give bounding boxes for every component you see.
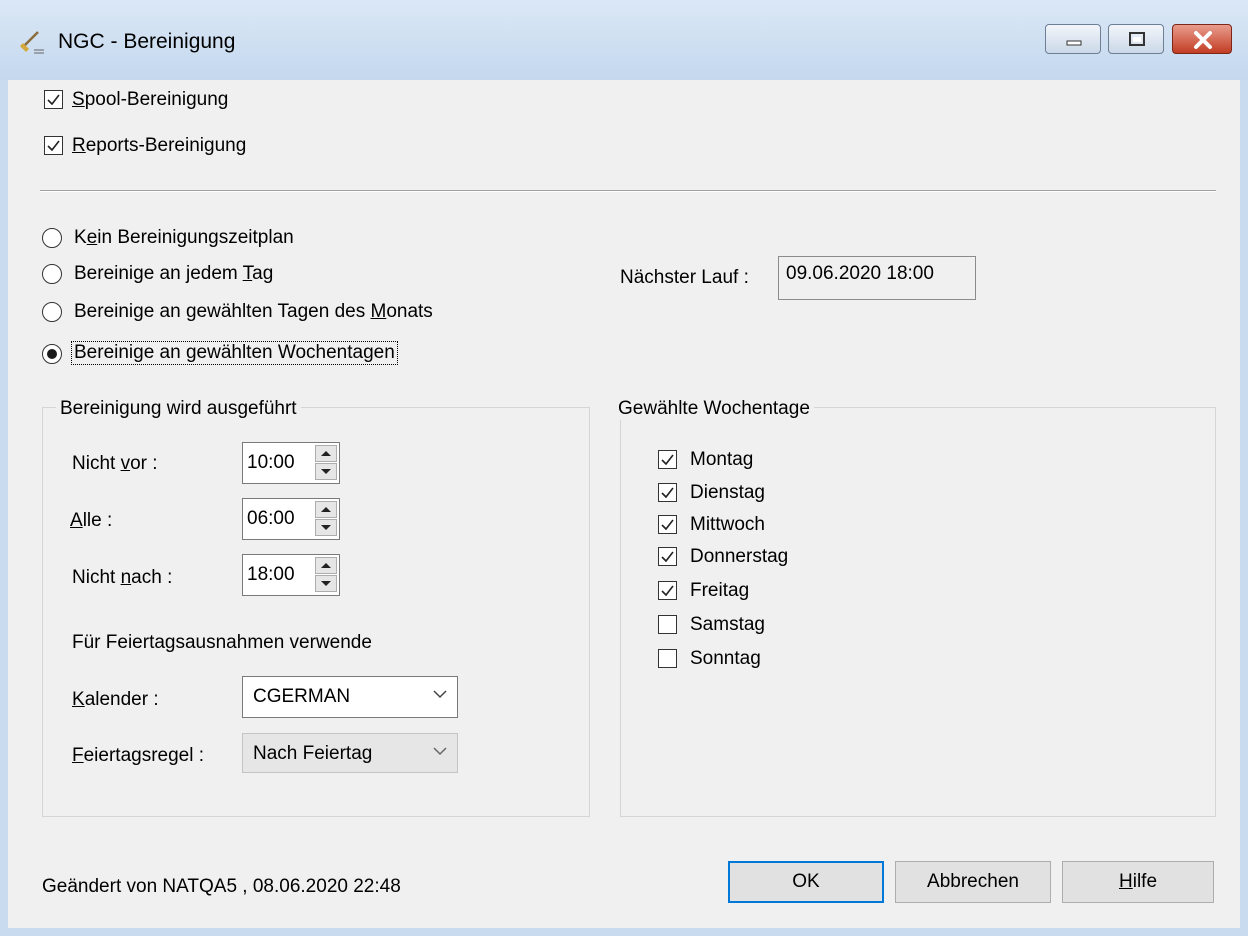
weekday-checkbox-friday[interactable] bbox=[658, 581, 677, 600]
minimize-button[interactable] bbox=[1045, 24, 1101, 54]
spin-up-button[interactable] bbox=[315, 445, 337, 462]
weekday-label: Samstag bbox=[690, 614, 765, 635]
weekday-checkbox-sunday[interactable] bbox=[658, 649, 677, 668]
spin-up-button[interactable] bbox=[315, 501, 337, 518]
checkmark-icon bbox=[47, 140, 60, 152]
arrow-up-icon bbox=[321, 563, 331, 568]
calendar-value: CGERMAN bbox=[253, 686, 351, 707]
weekday-label: Montag bbox=[690, 449, 754, 470]
weekday-checkbox-saturday[interactable] bbox=[658, 615, 677, 634]
radio-every-day[interactable] bbox=[42, 264, 62, 284]
every-label: Alle : bbox=[70, 510, 113, 531]
next-run-field: 09.06.2020 18:00 bbox=[778, 256, 976, 300]
weekday-checkbox-monday[interactable] bbox=[658, 450, 677, 469]
dialog-body: Spool-Bereinigung Reports-Bereinigung Ke… bbox=[8, 80, 1240, 928]
weekdays-group-title: Gewählte Wochentage bbox=[614, 398, 814, 420]
next-run-label: Nächster Lauf : bbox=[620, 267, 749, 288]
weekday-label: Mittwoch bbox=[690, 514, 765, 535]
arrow-down-icon bbox=[321, 469, 331, 474]
not-before-label: Nicht vor : bbox=[72, 453, 158, 474]
chevron-down-icon bbox=[433, 690, 447, 699]
not-before-value: 10:00 bbox=[247, 452, 295, 473]
radio-no-schedule[interactable] bbox=[42, 228, 62, 248]
help-button[interactable]: Hilfe bbox=[1062, 861, 1214, 903]
close-button[interactable] bbox=[1172, 24, 1232, 54]
arrow-up-icon bbox=[321, 507, 331, 512]
cancel-button[interactable]: Abbrechen bbox=[895, 861, 1051, 903]
spin-down-button[interactable] bbox=[315, 575, 337, 592]
checkmark-icon bbox=[47, 94, 60, 106]
spool-cleanup-label: Spool-Bereinigung bbox=[72, 89, 229, 110]
not-before-spinner[interactable]: 10:00 bbox=[242, 442, 340, 484]
holiday-rule-dropdown[interactable]: Nach Feiertag bbox=[242, 733, 458, 773]
weekday-checkbox-tuesday[interactable] bbox=[658, 483, 677, 502]
holiday-rule-value: Nach Feiertag bbox=[253, 743, 373, 764]
spool-cleanup-checkbox[interactable] bbox=[44, 90, 63, 109]
weekday-checkbox-thursday[interactable] bbox=[658, 547, 677, 566]
radio-weekdays-label: Bereinige an gewählten Wochentagen bbox=[71, 341, 398, 365]
execution-group-title: Bereinigung wird ausgeführt bbox=[56, 398, 301, 420]
ok-button[interactable]: OK bbox=[728, 861, 884, 903]
weekday-label: Sonntag bbox=[690, 648, 761, 669]
checkmark-icon bbox=[661, 487, 674, 499]
radio-days-of-month-label: Bereinige an gewählten Tagen des Monats bbox=[74, 301, 433, 322]
calendar-label: Kalender : bbox=[72, 689, 159, 710]
radio-days-of-month[interactable] bbox=[42, 302, 62, 322]
separator bbox=[40, 190, 1216, 192]
radio-every-day-label: Bereinige an jedem Tag bbox=[74, 263, 274, 284]
radio-weekdays[interactable] bbox=[42, 344, 62, 364]
modified-info: Geändert von NATQA5 , 08.06.2020 22:48 bbox=[42, 876, 401, 897]
weekday-label: Dienstag bbox=[690, 482, 765, 503]
reports-cleanup-checkbox[interactable] bbox=[44, 136, 63, 155]
reports-cleanup-label: Reports-Bereinigung bbox=[72, 135, 247, 156]
spin-down-button[interactable] bbox=[315, 519, 337, 536]
checkmark-icon bbox=[661, 519, 674, 531]
not-after-value: 18:00 bbox=[247, 564, 295, 585]
window-frame: NGC - Bereinigung Spool-Bereinigung Repo… bbox=[0, 0, 1248, 936]
arrow-down-icon bbox=[321, 581, 331, 586]
maximize-icon bbox=[1129, 32, 1145, 46]
not-after-label: Nicht nach : bbox=[72, 567, 173, 588]
chevron-down-icon bbox=[433, 747, 447, 756]
every-spinner[interactable]: 06:00 bbox=[242, 498, 340, 540]
maximize-button[interactable] bbox=[1108, 24, 1164, 54]
weekday-label: Freitag bbox=[690, 580, 750, 601]
every-value: 06:00 bbox=[247, 508, 295, 529]
spin-down-button[interactable] bbox=[315, 463, 337, 480]
radio-selected-dot bbox=[47, 349, 57, 359]
weekday-label: Donnerstag bbox=[690, 546, 789, 567]
title-bar[interactable]: NGC - Bereinigung bbox=[0, 0, 1248, 80]
weekday-checkbox-wednesday[interactable] bbox=[658, 515, 677, 534]
close-icon bbox=[1194, 31, 1212, 49]
arrow-down-icon bbox=[321, 525, 331, 530]
calendar-dropdown[interactable]: CGERMAN bbox=[242, 676, 458, 718]
checkmark-icon bbox=[661, 454, 674, 466]
not-after-spinner[interactable]: 18:00 bbox=[242, 554, 340, 596]
holiday-rule-label: Feiertagsregel : bbox=[72, 745, 205, 766]
broom-icon bbox=[18, 26, 46, 54]
holiday-heading: Für Feiertagsausnahmen verwende bbox=[72, 632, 372, 653]
window-title: NGC - Bereinigung bbox=[58, 30, 236, 53]
radio-no-schedule-label: Kein Bereinigungszeitplan bbox=[74, 227, 294, 248]
spin-up-button[interactable] bbox=[315, 557, 337, 574]
arrow-up-icon bbox=[321, 451, 331, 456]
checkmark-icon bbox=[661, 551, 674, 563]
checkmark-icon bbox=[661, 585, 674, 597]
minimize-icon bbox=[1066, 40, 1082, 46]
